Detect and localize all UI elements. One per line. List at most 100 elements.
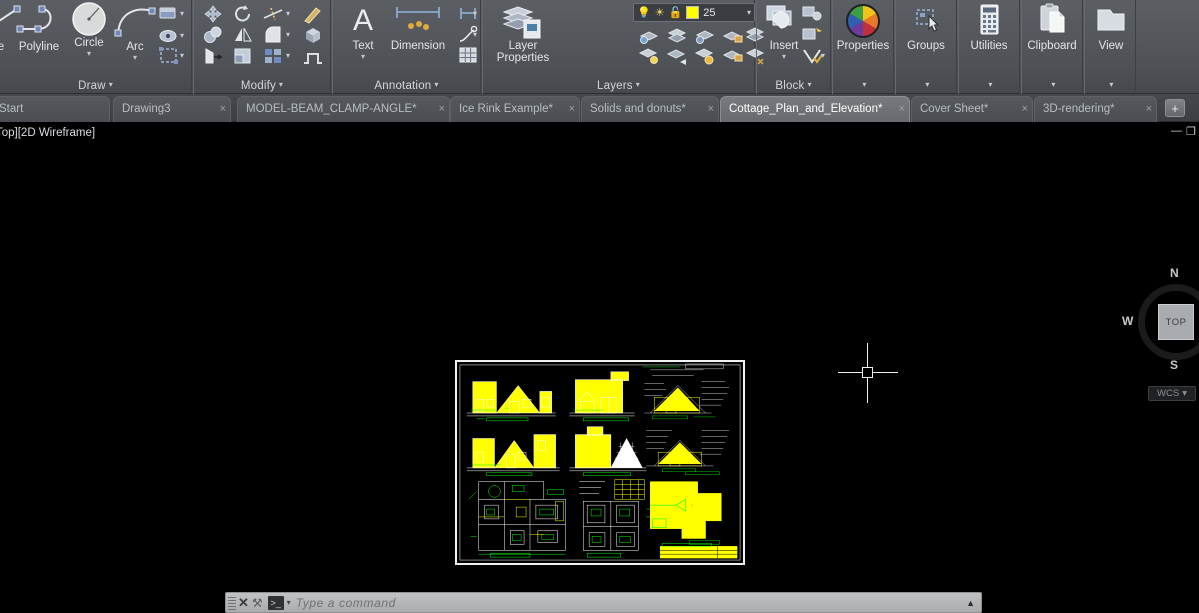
panel-properties-expander[interactable]: ▾ [833, 80, 893, 92]
layer-combo-caret[interactable]: ▾ [747, 8, 751, 17]
panel-label-block[interactable]: Block ▾ [757, 80, 830, 92]
layer-previous-button[interactable] [666, 46, 688, 67]
modify-trim-button[interactable] [262, 4, 284, 25]
annotation-leader-caret[interactable]: ▾ [473, 30, 477, 39]
file-tab-ice-rink-example-close[interactable]: × [569, 97, 575, 122]
file-tab-solids-and-donuts-close[interactable]: × [708, 97, 714, 122]
command-line-settings-icon[interactable]: ⚒ [252, 596, 263, 610]
panel-properties-caret[interactable]: ▾ [862, 80, 866, 89]
draw-hatch-button[interactable] [158, 4, 180, 25]
panel-utilities-caret[interactable]: ▾ [988, 80, 992, 89]
file-tab-cover-sheet[interactable]: Cover Sheet* × [911, 96, 1033, 122]
modify-explode-button[interactable] [302, 4, 324, 25]
layer-isolate-button[interactable] [638, 26, 660, 47]
layer-thaw-sun-icon[interactable]: ☀ [655, 6, 665, 19]
block-attribute-caret[interactable]: ▾ [821, 51, 825, 60]
layer-properties-button[interactable]: Layer Properties [487, 2, 559, 64]
command-line-bar[interactable]: ✕ ⚒ >_ ▾ Type a command ▲ [225, 592, 982, 613]
panel-utilities-expander[interactable]: ▾ [959, 80, 1019, 92]
panel-clipboard-caret[interactable]: ▾ [1051, 80, 1055, 89]
viewport-minimize-button[interactable]: — [1171, 125, 1182, 137]
panel-label-modify[interactable]: Modify ▾ [194, 80, 330, 92]
ucs-caret-icon[interactable]: ▾ [1182, 388, 1187, 399]
annotation-linear-caret[interactable]: ▾ [473, 9, 477, 18]
panel-label-annotation[interactable]: Annotation ▾ [333, 80, 480, 92]
layer-color-swatch[interactable] [686, 6, 700, 19]
modify-array-caret[interactable]: ▾ [286, 51, 290, 60]
panel-layers-caret[interactable]: ▾ [636, 80, 640, 89]
viewcube-face[interactable]: TOP [1158, 304, 1194, 340]
layer-on-bulb-icon[interactable]: 💡 [637, 6, 651, 19]
draw-ellipse-button[interactable] [158, 26, 180, 47]
layer-states-button[interactable] [694, 46, 716, 67]
draw-arc-button[interactable]: Arc ▾ [108, 3, 162, 62]
modify-3dmove-button[interactable] [302, 25, 324, 46]
annotation-table-button[interactable] [457, 46, 479, 67]
draw-region-button[interactable] [158, 46, 180, 67]
file-tab-cottage-plan-and-elevation[interactable]: Cottage_Plan_and_Elevation* × [720, 96, 910, 122]
viewport-label[interactable]: Top][2D Wireframe] [0, 127, 95, 139]
new-file-tab-button[interactable]: + [1165, 99, 1185, 117]
block-edit-button[interactable] [801, 25, 823, 46]
command-line-drag-handle[interactable] [228, 595, 236, 610]
modify-move-button[interactable] [202, 4, 224, 25]
layer-off-button[interactable] [694, 26, 716, 47]
command-prompt-icon[interactable]: >_ [267, 595, 284, 610]
layer-unlock-icon[interactable]: 🔓 [669, 6, 683, 19]
file-tab-cover-sheet-close[interactable]: × [1022, 97, 1028, 122]
file-tab-cottage-plan-and-elevation-close[interactable]: × [899, 97, 905, 122]
panel-draw-caret[interactable]: ▾ [109, 80, 113, 89]
view-button[interactable]: View [1084, 2, 1138, 52]
file-tab-start[interactable]: Start [0, 96, 110, 122]
modify-scale-button[interactable] [232, 46, 254, 67]
cottage-plan-drawing[interactable] [455, 360, 745, 565]
modify-fillet-caret[interactable]: ▾ [286, 30, 290, 39]
groups-button[interactable]: Groups [899, 2, 953, 52]
file-tab-solids-and-donuts[interactable]: Solids and donuts* × [581, 96, 719, 122]
panel-view-caret[interactable]: ▾ [1109, 80, 1113, 89]
viewcube-north-label[interactable]: N [1170, 266, 1179, 280]
ucs-selector[interactable]: WCS ▾ [1148, 386, 1196, 401]
file-tab-3d-rendering-close[interactable]: × [1146, 97, 1152, 122]
block-create-button[interactable] [801, 4, 823, 25]
panel-block-caret[interactable]: ▾ [807, 80, 811, 89]
utilities-button[interactable]: Utilities [962, 2, 1016, 52]
draw-polyline-button[interactable]: Polyline [12, 3, 66, 53]
panel-label-layers[interactable]: Layers ▾ [483, 80, 754, 92]
viewcube-south-label[interactable]: S [1170, 358, 1178, 372]
panel-view-expander[interactable]: ▾ [1085, 80, 1135, 92]
file-tab-ice-rink-example[interactable]: Ice Rink Example* × [450, 96, 580, 122]
modify-rotate-button[interactable] [232, 4, 254, 25]
command-scroll-up-icon[interactable]: ▲ [966, 598, 975, 608]
modify-copy-button[interactable] [202, 25, 224, 46]
panel-groups-caret[interactable]: ▾ [925, 80, 929, 89]
panel-groups-expander[interactable]: ▾ [896, 80, 956, 92]
modify-array-button[interactable] [262, 46, 284, 67]
block-attribute-button[interactable] [801, 46, 823, 67]
file-tab-model-beam-clamp-angle[interactable]: MODEL-BEAM_CLAMP-ANGLE* × [237, 96, 450, 122]
draw-ellipse-caret[interactable]: ▾ [180, 31, 184, 40]
modify-fillet-button[interactable] [262, 25, 284, 46]
clipboard-button[interactable]: Clipboard [1025, 2, 1079, 52]
viewport-restore-button[interactable]: ❐ [1186, 125, 1196, 138]
file-tab-drawing3[interactable]: Drawing3 × [113, 96, 231, 122]
command-input[interactable]: Type a command [296, 596, 966, 610]
file-tab-model-beam-clamp-angle-close[interactable]: × [439, 97, 445, 122]
properties-button[interactable]: Properties [836, 2, 890, 52]
annotation-dimension-button[interactable]: Dimension [380, 2, 456, 52]
modify-trim-caret[interactable]: ▾ [286, 9, 290, 18]
panel-modify-caret[interactable]: ▾ [279, 80, 283, 89]
modify-stretch-button[interactable] [202, 46, 224, 67]
draw-hatch-caret[interactable]: ▾ [180, 9, 184, 18]
file-tab-drawing3-close[interactable]: × [220, 97, 226, 122]
command-history-caret-icon[interactable]: ▾ [287, 598, 291, 607]
draw-region-caret[interactable]: ▾ [180, 51, 184, 60]
layer-freeze-button[interactable] [666, 26, 688, 47]
panel-annotation-caret[interactable]: ▾ [434, 80, 438, 89]
draw-arc-dropdown[interactable]: ▾ [108, 53, 162, 62]
viewcube-west-label[interactable]: W [1122, 314, 1133, 328]
panel-label-draw[interactable]: Draw ▾ [0, 80, 191, 92]
modify-mirror-button[interactable] [232, 25, 254, 46]
current-layer-combo[interactable]: 💡 ☀ 🔓 25 ▾ [633, 3, 755, 22]
file-tab-3d-rendering[interactable]: 3D-rendering* × [1034, 96, 1157, 122]
